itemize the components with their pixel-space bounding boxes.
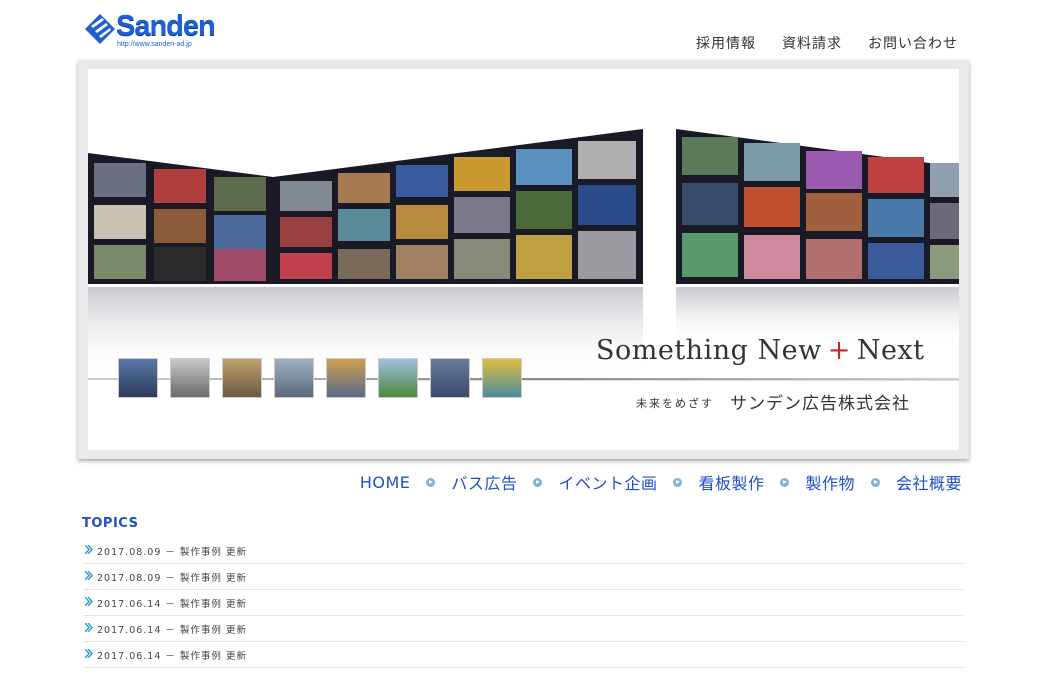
- topic-item[interactable]: 2017.08.09 － 製作事例 更新: [84, 538, 964, 564]
- topic-item[interactable]: 2017.06.14 － 製作事例 更新: [84, 616, 964, 642]
- thumbnail-6[interactable]: [378, 358, 418, 398]
- hero-banner: Something New + Next 未来をめざす サンデン広告株式会社: [88, 69, 959, 450]
- main-nav-company[interactable]: 会社概要: [896, 470, 962, 494]
- thumbnail-2[interactable]: [170, 358, 210, 398]
- main-nav: HOME バス広告 イベント企画 看板製作 製作物 会社概要: [360, 470, 962, 494]
- double-chevron-right-icon: [85, 597, 93, 606]
- double-chevron-right-icon: [85, 649, 93, 658]
- main-nav-events[interactable]: イベント企画: [558, 470, 657, 494]
- top-nav-recruit[interactable]: 採用情報: [696, 33, 756, 53]
- topic-text: 2017.08.09 － 製作事例 更新: [97, 573, 247, 584]
- main-nav-home[interactable]: HOME: [360, 473, 411, 492]
- nav-bullet-icon: [673, 477, 683, 487]
- hero-thumbnails: [118, 358, 522, 398]
- main-nav-products[interactable]: 製作物: [805, 470, 855, 494]
- main-nav-signboards[interactable]: 看板製作: [698, 470, 764, 494]
- sanden-logo-icon: [85, 14, 115, 44]
- site-logo[interactable]: Sanden http://www.sanden-ad.jp: [84, 10, 216, 52]
- hero-tagline: 未来をめざす: [636, 397, 714, 410]
- double-chevron-right-icon: [85, 545, 93, 554]
- top-nav: 採用情報 資料請求 お問い合わせ: [696, 33, 958, 53]
- thumbnail-4[interactable]: [274, 358, 314, 398]
- slogan-plus: +: [827, 335, 851, 366]
- logo-url: http://www.sanden-ad.jp: [117, 41, 192, 48]
- nav-bullet-icon: [533, 477, 543, 487]
- topic-text: 2017.06.14 － 製作事例 更新: [97, 625, 247, 636]
- thumbnail-3[interactable]: [222, 358, 262, 398]
- thumbnail-8[interactable]: [482, 358, 522, 398]
- nav-bullet-icon: [426, 477, 436, 487]
- topic-text: 2017.06.14 － 製作事例 更新: [97, 599, 247, 610]
- thumbnail-5[interactable]: [326, 358, 366, 398]
- topics-heading: TOPICS: [82, 516, 139, 531]
- topic-item[interactable]: 2017.06.14 － 製作事例 更新: [84, 590, 964, 616]
- double-chevron-right-icon: [85, 571, 93, 580]
- logo-wordmark: Sanden: [116, 10, 216, 42]
- topic-item[interactable]: 2017.06.14 － 製作事例 更新: [84, 642, 964, 668]
- nav-bullet-icon: [780, 477, 790, 487]
- thumbnail-1[interactable]: [118, 358, 158, 398]
- topic-item[interactable]: 2017.08.09 － 製作事例 更新: [84, 564, 964, 590]
- main-nav-bus-ads[interactable]: バス広告: [451, 470, 517, 494]
- topic-text: 2017.06.14 － 製作事例 更新: [97, 651, 247, 662]
- slogan-left: Something New: [596, 335, 822, 366]
- double-chevron-right-icon: [85, 623, 93, 632]
- hero-company-name: サンデン広告株式会社: [730, 394, 910, 414]
- topics-list: 2017.08.09 － 製作事例 更新 2017.08.09 － 製作事例 更…: [84, 538, 964, 668]
- top-nav-contact[interactable]: お問い合わせ: [868, 33, 958, 53]
- hero-slogan: Something New + Next: [596, 335, 925, 366]
- top-nav-request-docs[interactable]: 資料請求: [782, 33, 842, 53]
- slogan-right: Next: [856, 335, 925, 366]
- nav-bullet-icon: [870, 477, 880, 487]
- topic-text: 2017.08.09 － 製作事例 更新: [97, 547, 247, 558]
- thumbnail-7[interactable]: [430, 358, 470, 398]
- hero-banner-frame: Something New + Next 未来をめざす サンデン広告株式会社: [78, 60, 969, 459]
